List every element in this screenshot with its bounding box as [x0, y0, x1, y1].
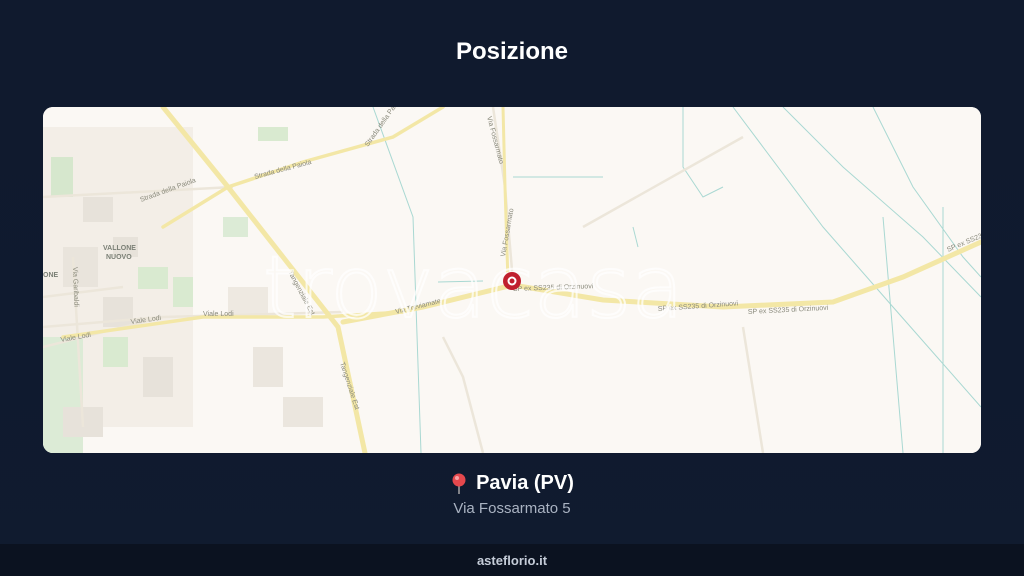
watermark-logo: trovacasa [263, 238, 684, 338]
location-info: Pavia (PV) [0, 472, 1024, 495]
place-label-nuovo: NUOVO [106, 254, 132, 261]
round-pushpin-icon [450, 473, 468, 495]
location-address: Via Fossarmato 5 [453, 500, 571, 517]
location-marker-icon[interactable] [503, 272, 521, 290]
road-label-viale-lodi: Viale Lodi [203, 311, 234, 318]
location-city: Pavia (PV) [476, 472, 574, 494]
page-title: Posizione [455, 38, 569, 65]
place-label-vallone: VALLONE [103, 245, 136, 252]
place-label-one: ONE [43, 272, 59, 279]
map[interactable]: VALLONE NUOVO ONE Strada della Paiola St… [43, 107, 981, 453]
footer: asteflorio.it [0, 544, 1024, 576]
map-canvas[interactable]: VALLONE NUOVO ONE Strada della Paiola St… [43, 107, 981, 453]
road-label-via-garibaldi: Via Garibaldi [71, 267, 79, 308]
footer-site[interactable]: asteflorio.it [477, 553, 547, 568]
